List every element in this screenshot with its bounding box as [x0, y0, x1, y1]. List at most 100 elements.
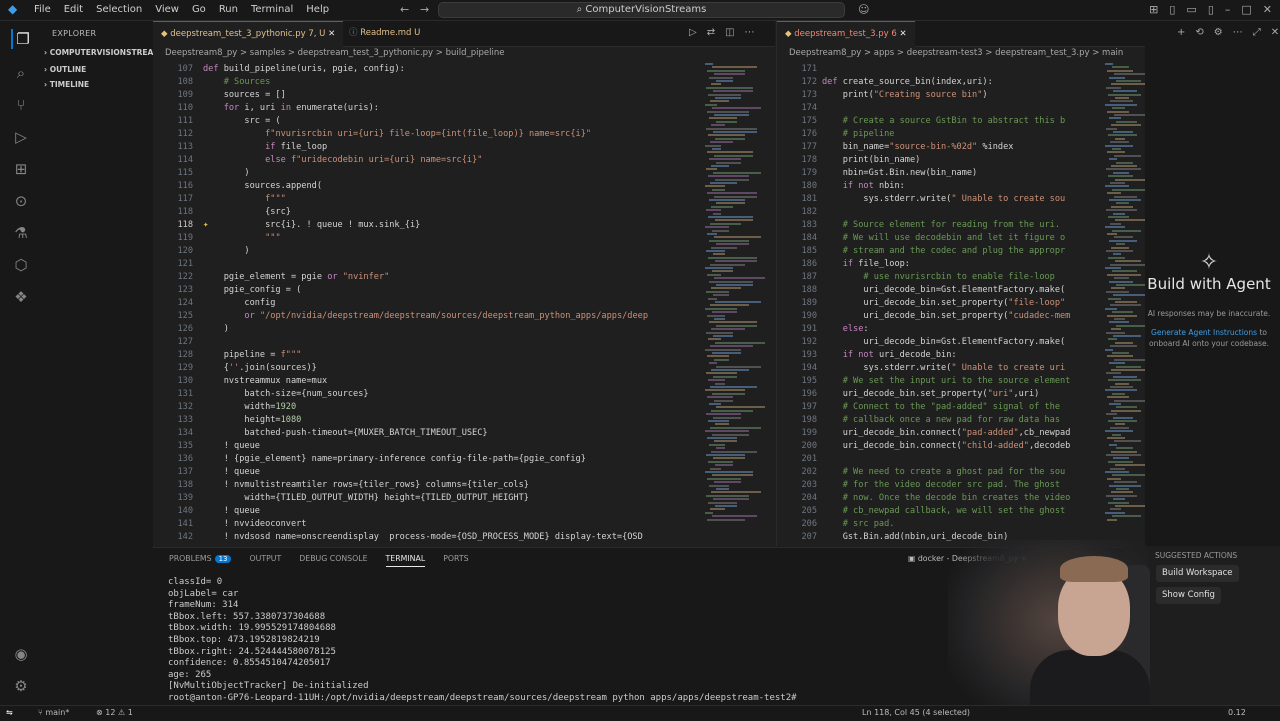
explorer-icon[interactable]: ❐ [11, 29, 33, 49]
cursor-position[interactable]: Ln 118, Col 45 (4 selected) [862, 708, 970, 717]
code-line: ! nvvideoconvert [203, 519, 307, 529]
minimap-line [1110, 345, 1137, 348]
toggle-panel-icon[interactable]: ▭ [1186, 3, 1196, 16]
run-debug-icon[interactable]: ▷ [11, 127, 31, 147]
source-control-icon[interactable]: ⑂ [11, 95, 31, 115]
line-number: 199 [801, 428, 817, 438]
branch-indicator[interactable]: ⑂ main* [38, 708, 69, 717]
minimap-line [1110, 304, 1141, 307]
minimap-line [709, 403, 721, 405]
minimap-line [1112, 474, 1145, 477]
minimap-line [713, 131, 757, 133]
minimap-right[interactable] [1105, 63, 1149, 543]
line-number: 139 [177, 493, 193, 503]
line-number: 195 [801, 376, 817, 386]
toggle-sidebar-icon[interactable]: ▯ [1169, 3, 1175, 16]
section-timeline[interactable]: › TIMELINE [44, 80, 89, 89]
more-actions-icon[interactable]: ⋯ [745, 27, 755, 38]
tab-output[interactable]: OUTPUT [249, 554, 281, 567]
testing-icon[interactable]: ⚗ [11, 223, 31, 243]
close-tab-icon[interactable]: ✕ [899, 29, 906, 39]
tab-deepstream-test-3-pythonic[interactable]: ◆ deepstream_test_3_pythonic.py 7, U ✕ [153, 21, 344, 47]
minimap-line [710, 386, 757, 388]
build-workspace-button[interactable]: Build Workspace [1156, 565, 1239, 582]
minimize-icon[interactable]: – [1225, 3, 1231, 16]
extensions-icon[interactable]: ⊞ [11, 159, 31, 179]
menu-selection[interactable]: Selection [96, 4, 142, 15]
lightbulb-icon[interactable]: ✦ [203, 219, 208, 232]
run-file-icon[interactable]: ▷ [689, 27, 697, 38]
tab-deepstream-test-3[interactable]: ◆ deepstream_test_3.py 6 ✕ [777, 21, 915, 47]
menu-terminal[interactable]: Terminal [251, 4, 293, 15]
compare-icon[interactable]: ⇄ [707, 27, 715, 38]
close-tab-icon[interactable]: ✕ [328, 29, 335, 39]
section-workspace[interactable]: › COMPUTERVISIONSTREA... [44, 48, 162, 57]
minimap-line [1105, 226, 1125, 229]
menu-help[interactable]: Help [306, 4, 329, 15]
maximize-panel-icon[interactable]: ⤢ [1253, 27, 1261, 38]
tab-readme[interactable]: ⓘ Readme.md U [341, 21, 428, 46]
tab-debug-console[interactable]: DEBUG CONSOLE [299, 554, 367, 567]
problems-indicator[interactable]: ⊗ 12 ⚠ 1 [96, 708, 133, 717]
minimap-line [1105, 307, 1117, 310]
minimap-line [716, 284, 753, 286]
code-line: else: [842, 324, 869, 334]
minimap-line [716, 488, 729, 490]
menu-go[interactable]: Go [192, 4, 206, 15]
split-editor-icon[interactable]: ◫ [725, 27, 734, 38]
minimap-line [708, 338, 721, 341]
menu-view[interactable]: View [155, 4, 179, 15]
menu-file[interactable]: File [34, 4, 51, 15]
generate-instructions-link[interactable]: Generate Agent Instructions [1151, 328, 1257, 337]
minimap-line [712, 515, 757, 518]
line-number: 115 [177, 168, 193, 178]
terminal-output[interactable]: classId= 0 objLabel= car frameNum: 314 tBbo… [168, 577, 802, 705]
status-right[interactable]: 0.12 [1228, 708, 1246, 717]
minimap-line [706, 209, 721, 212]
containers-icon[interactable]: ⬡ [11, 255, 31, 275]
search-view-icon[interactable]: ⌕ [11, 63, 31, 83]
python-icon[interactable]: ❖ [11, 287, 31, 307]
section-outline[interactable]: › OUTLINE [44, 65, 86, 74]
tab-terminal[interactable]: TERMINAL [385, 554, 426, 567]
breadcrumb[interactable]: Deepstream8_py > samples > deepstream_te… [165, 48, 504, 58]
minimap-left[interactable] [705, 63, 765, 543]
menu-edit[interactable]: Edit [64, 4, 83, 15]
tab-problems[interactable]: PROBLEMS 13 [169, 554, 232, 567]
copilot-icon[interactable]: ☺ [858, 3, 869, 16]
menu-run[interactable]: Run [219, 4, 238, 15]
minimap-line [707, 518, 745, 521]
remote-indicator-icon[interactable]: ⇋ [6, 708, 13, 717]
line-number: 194 [801, 363, 817, 373]
close-panel-icon[interactable]: ✕ [1271, 27, 1279, 38]
account-icon[interactable]: ◉ [11, 644, 31, 664]
minimap-line [1108, 216, 1129, 218]
forward-arrow-icon[interactable]: → [420, 3, 429, 16]
customize-layout-icon[interactable]: ⊞ [1149, 3, 1158, 16]
maximize-icon[interactable]: □ [1241, 3, 1251, 16]
close-window-icon[interactable]: ✕ [1263, 3, 1272, 16]
show-config-button[interactable]: Show Config [1156, 587, 1221, 604]
minimap-line [1107, 273, 1141, 276]
line-number: 198 [801, 415, 817, 425]
tab-ports[interactable]: PORTS [443, 554, 468, 567]
minimap-line [1112, 311, 1133, 314]
back-arrow-icon[interactable]: ← [400, 3, 409, 16]
minimap-line [1111, 409, 1141, 412]
more-actions-icon[interactable]: ⋯ [1233, 27, 1243, 38]
remote-explorer-icon[interactable]: ⊙ [11, 191, 31, 211]
history-icon[interactable]: ⟲ [1195, 27, 1203, 38]
breadcrumb[interactable]: Deepstream8_py > apps > deepstream-test3… [789, 48, 1123, 58]
minimap-line [1115, 464, 1149, 467]
code-line: {''.join(sources)} [203, 363, 317, 373]
settings-icon[interactable]: ⚙ [1214, 27, 1223, 38]
toggle-secondary-sidebar-icon[interactable]: ▯ [1208, 3, 1214, 16]
code-line: # We need to create a ghost pad for the … [842, 467, 1066, 477]
command-center-search[interactable]: ⌕ ComputerVisionStreams [438, 2, 845, 18]
code-line: src{i}. ! queue ! mux.sink_{i} [203, 220, 421, 230]
new-chat-icon[interactable]: + [1177, 27, 1185, 38]
minimap-line [1106, 209, 1137, 212]
settings-gear-icon[interactable]: ⚙ [11, 676, 31, 696]
section-workspace-label: COMPUTERVISIONSTREA... [49, 48, 162, 57]
minimap-line [708, 134, 745, 137]
